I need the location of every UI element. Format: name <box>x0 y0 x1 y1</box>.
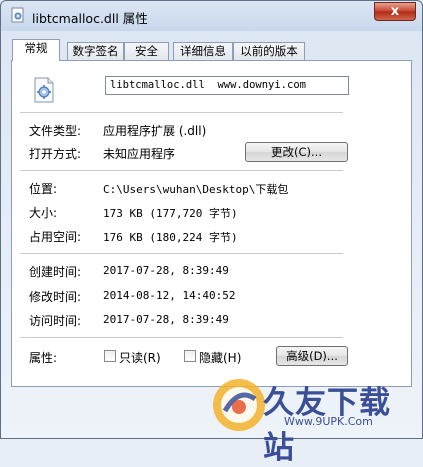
divider <box>20 112 343 113</box>
modified-value: 2014-08-12, 14:40:52 <box>103 289 236 302</box>
size-value: 173 KB (177,720 字节) <box>103 207 238 220</box>
modified-label: 修改时间: <box>29 290 82 304</box>
divider <box>20 253 343 254</box>
tab-strip: 常规 数字签名 安全 详细信息 以前的版本 <box>11 39 411 61</box>
divider <box>20 170 343 171</box>
open-with-value: 未知应用程序 <box>103 147 176 161</box>
readonly-checkbox[interactable] <box>104 350 116 362</box>
size-on-disk-value: 176 KB (180,224 字节) <box>103 231 238 244</box>
accessed-label: 访问时间: <box>29 314 82 328</box>
close-icon: x <box>390 4 400 19</box>
title-bar[interactable]: libtcmalloc.dll 属性 x <box>1 1 422 31</box>
attributes-label: 属性: <box>29 351 58 365</box>
tab-digital-signatures[interactable]: 数字签名 <box>67 42 124 60</box>
size-on-disk-label: 占用空间: <box>29 230 82 244</box>
properties-window: libtcmalloc.dll 属性 x 常规 数字签名 安全 详细信息 以前的… <box>0 0 423 466</box>
hidden-label[interactable]: 隐藏(H) <box>199 349 241 366</box>
file-type-value: 应用程序扩展 (.dll) <box>103 124 207 138</box>
dll-file-icon <box>34 77 54 103</box>
accessed-value: 2017-07-28, 8:39:49 <box>103 313 229 326</box>
window-title: libtcmalloc.dll 属性 <box>32 11 148 26</box>
advanced-button[interactable]: 高级(D)... <box>276 346 348 366</box>
watermark-url: Www.9UPK.Com <box>284 415 373 428</box>
location-value: C:\Users\wuhan\Desktop\下载包 <box>103 183 289 196</box>
divider <box>20 337 343 338</box>
tab-previous-versions[interactable]: 以前的版本 <box>233 42 305 60</box>
tab-general[interactable]: 常规 <box>12 39 60 61</box>
size-label: 大小: <box>29 206 58 220</box>
close-button[interactable]: x <box>374 2 416 21</box>
filename-field[interactable]: libtcmalloc.dll www.downyi.com <box>105 76 349 95</box>
tab-security[interactable]: 安全 <box>124 42 169 60</box>
created-label: 创建时间: <box>29 265 82 279</box>
change-button[interactable]: 更改(C)... <box>245 142 348 162</box>
tab-details[interactable]: 详细信息 <box>173 42 233 60</box>
open-with-label: 打开方式: <box>29 147 82 161</box>
hidden-checkbox[interactable] <box>184 350 196 362</box>
created-value: 2017-07-28, 8:39:49 <box>103 264 229 277</box>
watermark-logo-icon <box>213 379 265 431</box>
dll-file-icon <box>11 7 24 23</box>
location-label: 位置: <box>29 182 58 196</box>
file-type-label: 文件类型: <box>29 124 82 138</box>
readonly-label[interactable]: 只读(R) <box>119 349 161 366</box>
